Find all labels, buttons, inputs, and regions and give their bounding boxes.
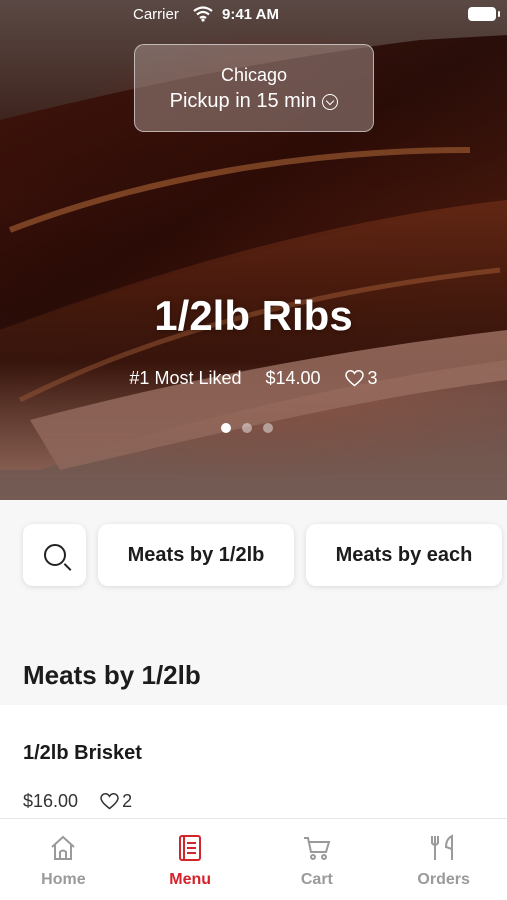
chevron-down-icon [322,93,339,110]
menu-item-name: 1/2lb Brisket [23,742,142,764]
menu-icon [179,835,202,861]
featured-likes-count: 3 [367,368,378,388]
featured-item-title: 1/2lb Ribs [154,292,353,339]
category-chip-label: Meats by 1/2lb [127,543,265,566]
menu-item-price: $16.00 [23,791,79,811]
orders-icon [430,834,453,860]
tab-label: Orders [417,871,470,888]
tab-orders[interactable]: Orders [380,819,507,900]
tab-cart[interactable]: Cart [254,819,381,900]
heart-icon [344,370,364,387]
pickup-location-selector[interactable]: Chicago Pickup in 15 min [134,44,374,132]
clock: 9:41 AM [222,6,279,23]
search-icon [43,544,66,566]
tab-home[interactable]: Home [0,819,127,900]
carousel-dot[interactable] [263,423,273,433]
home-icon [51,835,76,860]
category-chips: Meats by 1/2lb Meats by each [23,524,502,586]
featured-price: $14.00 [265,368,321,388]
menu-item-meta: $16.00 2 [23,791,132,812]
pickup-label: Pickup in 15 min [169,90,317,112]
cart-icon [303,837,331,860]
section-title: Meats by 1/2lb [23,660,201,690]
tab-label: Cart [300,871,333,888]
carousel-indicator[interactable] [221,423,273,433]
search-button[interactable] [23,524,86,586]
hero-banner[interactable]: Carrier 9:41 AM Chicago Pickup in 15 min… [0,0,507,500]
tab-label: Home [41,871,86,888]
category-chip-meats-by-half-lb[interactable]: Meats by 1/2lb [98,524,294,586]
carousel-dot[interactable] [242,423,252,433]
category-chip-label: Meats by each [335,543,473,566]
featured-likes[interactable]: 3 [344,368,378,389]
status-bar: Carrier 9:41 AM [0,0,507,30]
menu-item-likes[interactable]: 2 [100,791,132,812]
battery-icon [468,7,500,21]
pickup-time: Pickup in 15 min [135,90,373,113]
carousel-dot[interactable] [221,423,231,433]
heart-icon [100,793,119,810]
wifi-icon [193,6,213,22]
menu-item-likes-count: 2 [122,791,133,811]
featured-tag: #1 Most Liked [129,368,242,388]
category-chip-meats-by-each[interactable]: Meats by each [306,524,502,586]
menu-item-card[interactable]: 1/2lb Brisket $16.00 2 [0,705,507,820]
tab-label: Menu [169,871,212,888]
featured-item-meta: #1 Most Liked $14.00 3 [0,368,507,389]
bottom-tab-bar: Home Menu Cart Orders [0,818,507,900]
tab-menu[interactable]: Menu [127,819,254,900]
carrier-label: Carrier [133,6,179,23]
location-city: Chicago [220,65,288,85]
